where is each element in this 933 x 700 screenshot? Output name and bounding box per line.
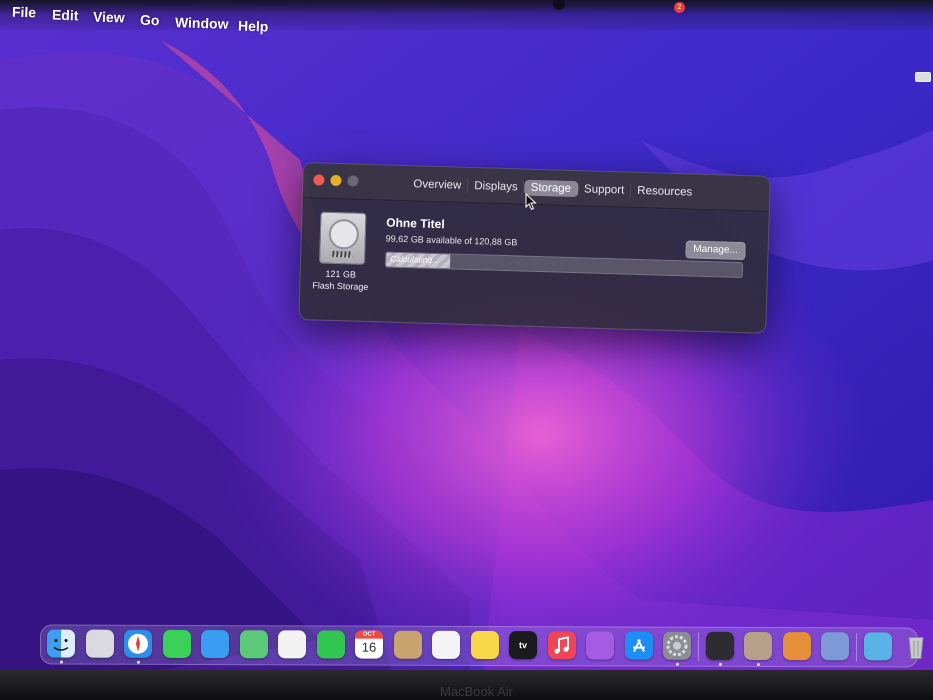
flash-storage-disk-icon — [318, 211, 367, 265]
podcasts-icon[interactable] — [585, 631, 615, 660]
dock: OCT 16 tv — [39, 624, 924, 668]
battery-icon[interactable] — [915, 72, 931, 82]
dock-separator — [697, 632, 699, 661]
running-indicator — [718, 662, 722, 666]
launchpad-icon[interactable] — [85, 629, 114, 658]
running-indicator — [136, 660, 140, 664]
running-indicator — [675, 662, 679, 666]
menu-file[interactable]: File — [12, 4, 37, 21]
photos-icon[interactable] — [277, 630, 307, 659]
volume-name: Ohne Titel — [386, 215, 445, 232]
menu-help[interactable]: Help — [238, 17, 269, 34]
running-indicator — [756, 662, 760, 666]
keynote-icon[interactable] — [782, 632, 811, 661]
tab-bar: Overview Displays Storage Support Resour… — [407, 174, 698, 203]
model-name-label: MacBook Air — [440, 684, 513, 699]
mouse-cursor-icon — [525, 193, 537, 211]
safari-icon[interactable] — [123, 629, 153, 658]
menu-go[interactable]: Go — [140, 12, 160, 29]
calendar-month: OCT — [355, 630, 384, 639]
tab-resources[interactable]: Resources — [631, 183, 698, 201]
appletv-label: tv — [518, 640, 528, 651]
menu-view[interactable]: View — [93, 8, 125, 25]
disk-type: Flash Storage — [312, 280, 369, 292]
manage-button[interactable]: Manage... — [685, 240, 746, 261]
about-this-mac-window: Overview Displays Storage Support Resour… — [298, 162, 771, 334]
music-icon[interactable] — [547, 631, 576, 660]
appstore-icon[interactable] — [624, 631, 653, 660]
reminders-icon[interactable] — [431, 630, 461, 659]
zoom-window-button[interactable] — [347, 175, 359, 187]
migration-icon[interactable] — [743, 631, 773, 661]
close-window-button[interactable] — [313, 174, 325, 186]
menu-bar: File Edit View Go Window Help — [0, 0, 933, 35]
storage-status-label: Calculating... — [390, 253, 440, 266]
disk-size-label: 121 GB Flash Storage — [300, 267, 381, 293]
running-indicator — [59, 660, 63, 664]
calendar-icon[interactable]: OCT 16 — [354, 630, 384, 659]
trash-icon[interactable] — [902, 632, 930, 660]
mail-icon[interactable] — [200, 630, 230, 659]
system-preferences-icon[interactable] — [662, 631, 692, 660]
calendar-day: 16 — [361, 639, 377, 655]
facetime-icon[interactable] — [316, 630, 345, 659]
menu-edit[interactable]: Edit — [52, 7, 79, 24]
minimize-window-button[interactable] — [330, 174, 342, 187]
tab-overview[interactable]: Overview — [407, 176, 469, 194]
dock-separator — [855, 633, 857, 662]
finder-icon[interactable] — [46, 629, 76, 658]
maps-icon[interactable] — [239, 630, 268, 659]
tab-displays[interactable]: Displays — [468, 177, 525, 196]
volume-availability: 99,62 GB available of 120,88 GB — [385, 233, 518, 248]
messages-icon[interactable] — [162, 629, 191, 658]
desktop-wallpaper — [0, 0, 933, 700]
grapher-icon[interactable] — [820, 632, 850, 661]
activity-monitor-icon[interactable] — [705, 631, 734, 660]
appletv-icon[interactable]: tv — [508, 631, 538, 660]
menu-window[interactable]: Window — [175, 14, 229, 32]
tab-support[interactable]: Support — [577, 181, 632, 199]
notes-icon[interactable] — [470, 630, 499, 660]
contacts-icon[interactable] — [393, 630, 422, 659]
downloads-folder-icon[interactable] — [863, 632, 892, 661]
notification-badge: 2 — [674, 2, 685, 13]
